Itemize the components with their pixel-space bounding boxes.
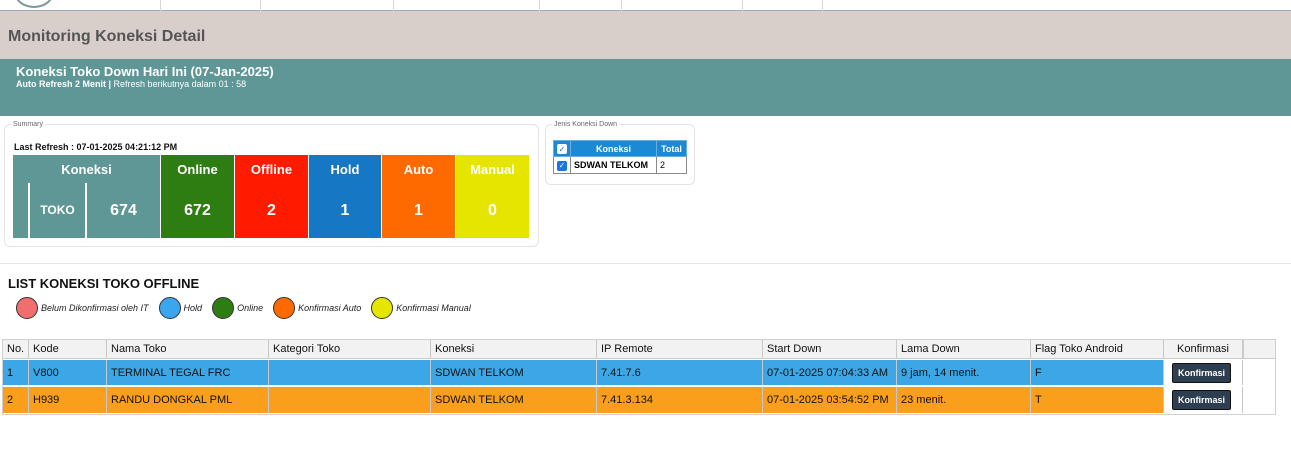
top-navigation: [0, 0, 1291, 11]
status-legend: Belum Dikonfirmasi oleh IT Hold Online K…: [16, 296, 481, 320]
summary-legend: Summary: [13, 121, 43, 128]
value-koneksi[interactable]: 674: [87, 183, 160, 238]
section-divider: [0, 263, 1291, 264]
value-auto[interactable]: 1: [382, 183, 455, 238]
title-bar: Monitoring Koneksi Detail: [0, 11, 1291, 59]
header-filler: [1243, 340, 1275, 359]
select-all-checkbox[interactable]: ✓: [553, 140, 571, 157]
legend-label: Online: [237, 303, 264, 313]
nav-separator: [621, 0, 622, 11]
check-icon: ✓: [557, 143, 567, 154]
cell-ip-remote: 7.41.3.134: [597, 387, 763, 413]
legend-dot-orange: [273, 297, 296, 319]
cell-flag-android: T: [1031, 387, 1164, 413]
table-row[interactable]: ✓ SDWAN TELKOM 2: [553, 156, 687, 174]
header-auto: Auto: [382, 155, 455, 183]
cell-kode: H939: [29, 387, 107, 413]
cell-koneksi: SDWAN TELKOM: [431, 360, 597, 385]
col-ip-remote[interactable]: IP Remote: [597, 340, 763, 358]
value-manual[interactable]: 0: [456, 183, 529, 238]
refresh-info: Auto Refresh 2 Menit | Refresh berikutny…: [16, 79, 246, 89]
konfirmasi-button[interactable]: Konfirmasi: [1172, 390, 1232, 410]
refresh-countdown: Refresh berikutnya dalam 01 : 58: [113, 79, 247, 89]
cell-start-down: 07-01-2025 03:54:52 PM: [763, 387, 897, 413]
col-no[interactable]: No.: [3, 340, 29, 358]
col-kode[interactable]: Kode: [29, 340, 107, 358]
cell-nama-toko: RANDU DONGKAL PML: [107, 387, 269, 413]
legend-dot-red: [16, 297, 38, 319]
nav-separator: [822, 0, 823, 11]
jenis-legend: Jenis Koneksi Down: [554, 121, 618, 128]
nav-separator: [160, 0, 161, 11]
table-row[interactable]: 1 V800 TERMINAL TEGAL FRC SDWAN TELKOM 7…: [3, 360, 1243, 386]
row-total: 2: [656, 156, 687, 174]
cell-nama-toko: TERMINAL TEGAL FRC: [107, 360, 269, 385]
nav-separator: [742, 0, 743, 11]
app-logo[interactable]: [14, 0, 54, 8]
col-start-down[interactable]: Start Down: [763, 340, 897, 358]
cell-koneksi: SDWAN TELKOM: [431, 387, 597, 413]
cell-no: 1: [3, 360, 29, 385]
nav-separator: [539, 0, 540, 11]
nav-separator: [393, 0, 394, 11]
col-total: Total: [656, 140, 687, 157]
cell-konfirmasi: Konfirmasi: [1164, 387, 1243, 413]
header-online: Online: [161, 155, 234, 183]
row-checkbox[interactable]: ✓: [553, 156, 571, 174]
col-nama-toko[interactable]: Nama Toko: [107, 340, 269, 358]
legend-dot-yellow: [371, 297, 394, 319]
list-title: LIST KONEKSI TOKO OFFLINE: [8, 276, 200, 291]
cell-no: 2: [3, 387, 29, 413]
last-refresh: Last Refresh : 07-01-2025 04:21:12 PM: [14, 142, 178, 152]
page-title: Monitoring Koneksi Detail: [8, 28, 206, 45]
col-koneksi[interactable]: Koneksi: [431, 340, 597, 358]
cell-kategori: [269, 360, 431, 385]
cell-kode: V800: [29, 360, 107, 385]
cell-lama-down: 23 menit.: [897, 387, 1031, 413]
jenis-koneksi-table: ✓ Koneksi Total ✓ SDWAN TELKOM 2: [553, 140, 687, 174]
legend-label: Hold: [183, 303, 203, 313]
cell-konfirmasi: Konfirmasi: [1164, 360, 1243, 385]
legend-label: Konfirmasi Auto: [298, 303, 362, 313]
legend-label: Konfirmasi Manual: [396, 303, 471, 313]
legend-dot-blue: [158, 297, 181, 319]
col-koneksi: Koneksi: [570, 140, 657, 157]
value-online[interactable]: 672: [161, 183, 234, 238]
table-row[interactable]: 2 H939 RANDU DONGKAL PML SDWAN TELKOM 7.…: [3, 387, 1243, 413]
table-header: No. Kode Nama Toko Kategori Toko Koneksi…: [3, 340, 1243, 359]
col-flag-android[interactable]: Flag Toko Android: [1031, 340, 1164, 358]
nav-separator: [260, 0, 261, 11]
cell-flag-android: F: [1031, 360, 1164, 385]
header-koneksi: Koneksi: [13, 155, 160, 183]
cell-lama-down: 9 jam, 14 menit.: [897, 360, 1031, 385]
header-offline: Offline: [235, 155, 308, 183]
konfirmasi-button[interactable]: Konfirmasi: [1172, 362, 1232, 383]
check-icon: ✓: [557, 160, 567, 171]
col-kategori-toko[interactable]: Kategori Toko: [269, 340, 431, 358]
header-hold: Hold: [309, 155, 381, 183]
type-label: TOKO: [30, 183, 86, 238]
legend-label: Belum Dikonfirmasi oleh IT: [41, 303, 149, 313]
cell-ip-remote: 7.41.7.6: [597, 360, 763, 385]
status-banner: Koneksi Toko Down Hari Ini (07-Jan-2025)…: [0, 59, 1291, 116]
refresh-separator: |: [106, 79, 114, 89]
type-spacer: [13, 183, 29, 238]
col-konfirmasi[interactable]: Konfirmasi: [1164, 340, 1243, 358]
cell-kategori: [269, 387, 431, 413]
offline-table: No. Kode Nama Toko Kategori Toko Koneksi…: [2, 339, 1276, 415]
cell-start-down: 07-01-2025 07:04:33 AM: [763, 360, 897, 385]
legend-dot-green: [212, 297, 235, 319]
auto-refresh-label: Auto Refresh 2 Menit: [16, 79, 107, 89]
col-lama-down[interactable]: Lama Down: [897, 340, 1031, 358]
banner-title: Koneksi Toko Down Hari Ini (07-Jan-2025): [16, 64, 274, 79]
header-manual: Manual: [456, 155, 529, 183]
row-koneksi: SDWAN TELKOM: [570, 156, 657, 174]
value-offline[interactable]: 2: [235, 183, 308, 238]
value-hold[interactable]: 1: [309, 183, 381, 238]
